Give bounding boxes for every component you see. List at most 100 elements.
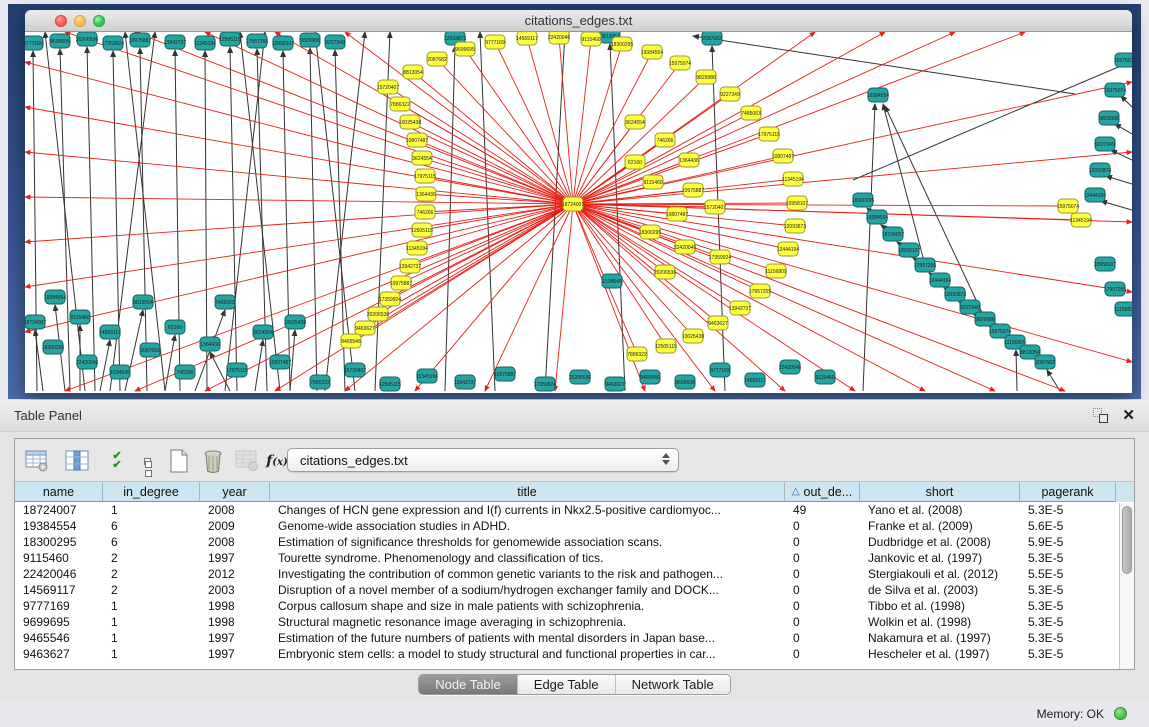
- cell-out_degree[interactable]: 0: [785, 550, 860, 566]
- cell-in_degree[interactable]: 1: [103, 598, 200, 614]
- cell-pagerank[interactable]: 5.3E-5: [1020, 502, 1116, 518]
- graph-edge[interactable]: [310, 48, 317, 391]
- cell-short[interactable]: Jankovic et al. (1997): [860, 550, 1020, 566]
- graph-edge[interactable]: [413, 72, 573, 204]
- tab-network-table[interactable]: Network Table: [615, 675, 730, 694]
- graph-edge[interactable]: [283, 51, 290, 391]
- cell-short[interactable]: de Silva et al. (2003): [860, 582, 1020, 598]
- graph-edge[interactable]: [610, 44, 625, 391]
- memory-status-indicator[interactable]: [1114, 707, 1127, 720]
- graph-edge[interactable]: [25, 152, 573, 204]
- checkbox-list-button[interactable]: [133, 447, 161, 475]
- cell-short[interactable]: Tibbo et al. (1998): [860, 598, 1020, 614]
- graph-edge[interactable]: [1101, 201, 1132, 210]
- cell-name[interactable]: 9115460: [15, 550, 103, 566]
- graph-edge[interactable]: [87, 47, 95, 391]
- cell-in_degree[interactable]: 1: [103, 614, 200, 630]
- cell-name[interactable]: 9699695: [15, 614, 103, 630]
- cell-year[interactable]: 2003: [200, 582, 270, 598]
- cell-title[interactable]: Disruption of a novel member of a sodium…: [270, 582, 785, 598]
- cell-year[interactable]: 2008: [200, 534, 270, 550]
- table-row[interactable]: 2242004622012Investigating the contribut…: [15, 566, 1134, 582]
- cell-pagerank[interactable]: 5.3E-5: [1020, 598, 1116, 614]
- cell-year[interactable]: 1998: [200, 598, 270, 614]
- graph-edge[interactable]: [365, 204, 573, 328]
- tab-edge-table[interactable]: Edge Table: [517, 675, 615, 694]
- graph-edge[interactable]: [25, 107, 573, 204]
- cell-title[interactable]: Genome-wide association studies in ADHD.: [270, 518, 785, 534]
- tab-node-table[interactable]: Node Table: [419, 675, 517, 694]
- cell-year[interactable]: 1997: [200, 630, 270, 646]
- delete-table-button[interactable]: [233, 447, 261, 475]
- graph-edge[interactable]: [1121, 96, 1132, 107]
- cell-name[interactable]: 14569117: [15, 582, 103, 598]
- cell-in_degree[interactable]: 2: [103, 582, 200, 598]
- graph-edge[interactable]: [417, 140, 573, 204]
- cell-year[interactable]: 2009: [200, 518, 270, 534]
- cell-out_degree[interactable]: 0: [785, 534, 860, 550]
- graph-edge[interactable]: [573, 204, 718, 323]
- network-canvas-svg[interactable]: 9777169969969520206536173599241097588713…: [25, 32, 1132, 392]
- table-settings-button[interactable]: [23, 447, 51, 475]
- cell-pagerank[interactable]: 5.3E-5: [1020, 582, 1116, 598]
- table-row[interactable]: 946362711997Embryonic stem cells: a mode…: [15, 646, 1134, 662]
- network-window[interactable]: citations_edges.txt 97771699699695202065…: [25, 10, 1132, 393]
- graph-edge[interactable]: [255, 340, 263, 391]
- graph-edge[interactable]: [165, 335, 175, 391]
- cell-in_degree[interactable]: 1: [103, 502, 200, 518]
- cell-in_degree[interactable]: 6: [103, 518, 200, 534]
- cell-pagerank[interactable]: 5.6E-5: [1020, 518, 1116, 534]
- float-panel-icon[interactable]: [1093, 408, 1108, 423]
- graph-edge[interactable]: [1111, 150, 1132, 160]
- table-row[interactable]: 946554611997Estimation of the future num…: [15, 630, 1134, 646]
- cell-year[interactable]: 1998: [200, 614, 270, 630]
- column-visibility-button[interactable]: [63, 447, 91, 475]
- cell-short[interactable]: Hescheler et al. (1997): [860, 646, 1020, 662]
- cell-out_degree[interactable]: 0: [785, 598, 860, 614]
- column-header-in_degree[interactable]: in_degree: [103, 482, 200, 502]
- cell-name[interactable]: 9465546: [15, 630, 103, 646]
- graph-edge[interactable]: [573, 32, 885, 204]
- cell-out_degree[interactable]: 0: [785, 518, 860, 534]
- cell-in_degree[interactable]: 2: [103, 566, 200, 582]
- table-row[interactable]: 1872400712008Changes of HCN gene express…: [15, 502, 1134, 518]
- cell-year[interactable]: 1997: [200, 550, 270, 566]
- cell-short[interactable]: Wolkin et al. (1998): [860, 614, 1020, 630]
- cell-name[interactable]: 19384554: [15, 518, 103, 534]
- cell-name[interactable]: 18300295: [15, 534, 103, 550]
- graph-edge[interactable]: [863, 104, 875, 391]
- cell-pagerank[interactable]: 5.3E-5: [1020, 614, 1116, 630]
- cell-title[interactable]: Tourette syndrome. Phenomenology and cla…: [270, 550, 785, 566]
- cell-name[interactable]: 22420046: [15, 566, 103, 582]
- graph-edge[interactable]: [1106, 176, 1132, 184]
- graph-edge[interactable]: [25, 62, 573, 204]
- cell-short[interactable]: Franke et al. (2009): [860, 518, 1020, 534]
- cell-in_degree[interactable]: 6: [103, 534, 200, 550]
- cell-out_degree[interactable]: 0: [785, 582, 860, 598]
- cell-out_degree[interactable]: 49: [785, 502, 860, 518]
- cell-in_degree[interactable]: 1: [103, 646, 200, 662]
- cell-year[interactable]: 1997: [200, 646, 270, 662]
- close-window-icon[interactable]: [55, 15, 67, 27]
- graph-edge[interactable]: [445, 46, 455, 391]
- graph-edge[interactable]: [480, 32, 495, 391]
- cell-pagerank[interactable]: 5.3E-5: [1020, 630, 1116, 646]
- cell-out_degree[interactable]: 0: [785, 646, 860, 662]
- cell-pagerank[interactable]: 5.5E-5: [1020, 566, 1116, 582]
- cell-title[interactable]: Embryonic stem cells: a model to study s…: [270, 646, 785, 662]
- scrollbar-thumb[interactable]: [1122, 506, 1132, 574]
- graph-edge[interactable]: [853, 62, 1130, 180]
- graph-edge[interactable]: [45, 32, 85, 391]
- delete-column-button[interactable]: [199, 447, 227, 475]
- table-row[interactable]: 1938455462009Genome-wide association stu…: [15, 518, 1134, 534]
- table-row[interactable]: 1830029562008Estimation of significance …: [15, 534, 1134, 550]
- column-header-short[interactable]: short: [860, 482, 1020, 502]
- cell-in_degree[interactable]: 2: [103, 550, 200, 566]
- zoom-window-icon[interactable]: [93, 15, 105, 27]
- table-selector-dropdown[interactable]: citations_edges.txt: [287, 448, 679, 472]
- graph-edge[interactable]: [555, 204, 573, 391]
- cell-out_degree[interactable]: 0: [785, 630, 860, 646]
- new-column-button[interactable]: [165, 447, 193, 475]
- cell-pagerank[interactable]: 5.3E-5: [1020, 550, 1116, 566]
- minimize-window-icon[interactable]: [74, 15, 86, 27]
